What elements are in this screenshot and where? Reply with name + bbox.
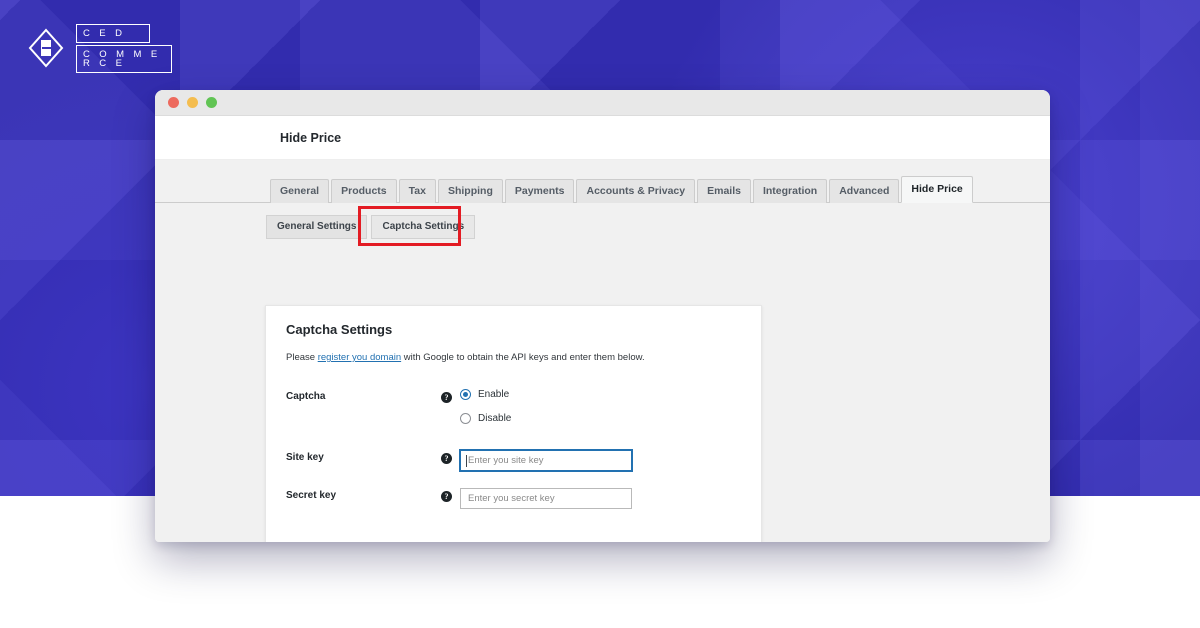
captcha-label: Captcha (286, 391, 326, 402)
minimize-window-button[interactable] (187, 97, 198, 108)
card-heading: Captcha Settings (286, 322, 393, 337)
tab-shipping[interactable]: Shipping (437, 179, 503, 203)
text-cursor (466, 455, 467, 467)
question-mark-icon[interactable]: ? (441, 392, 452, 403)
tab-advanced[interactable]: Advanced (829, 179, 900, 203)
tab-hide-price[interactable]: Hide Price (901, 176, 973, 203)
captcha-radio-enable[interactable]: Enable (460, 389, 511, 400)
captcha-disable-label: Disable (478, 413, 512, 424)
radio-indicator-disable[interactable] (460, 413, 471, 424)
captcha-radio-disable[interactable]: Disable (460, 413, 511, 424)
window-titlebar (155, 90, 1050, 116)
tab-integration[interactable]: Integration (752, 179, 828, 203)
question-mark-icon[interactable]: ? (441, 453, 452, 464)
secret-key-label: Secret key (286, 490, 337, 501)
radio-indicator-enable[interactable] (460, 389, 471, 400)
admin-page-header: Hide Price (155, 116, 1050, 160)
field-row-site-key: Site key ? Enter you site key (286, 450, 741, 471)
question-mark-icon[interactable]: ? (441, 491, 452, 502)
settings-subtab-bar: General Settings Captcha Settings (155, 206, 1050, 246)
brand-logo-line1: C E D (76, 24, 150, 43)
close-window-button[interactable] (168, 97, 179, 108)
tab-emails[interactable]: Emails (697, 179, 751, 203)
captcha-settings-card: Captcha Settings Please register you dom… (265, 305, 762, 542)
tab-products[interactable]: Products (331, 179, 397, 203)
field-row-secret-key: Secret key ? Enter you secret key (286, 488, 741, 509)
secret-key-input[interactable]: Enter you secret key (460, 488, 632, 509)
settings-tab-bar: General Products Tax Shipping Payments A… (155, 176, 1050, 203)
tab-payments[interactable]: Payments (504, 179, 575, 203)
ced-diamond-logo-icon (28, 28, 64, 68)
site-key-control: ? Enter you site key (441, 450, 741, 471)
register-domain-link[interactable]: register you domain (318, 352, 401, 363)
site-key-label: Site key (286, 452, 324, 463)
captcha-radio-group: Enable Disable (460, 389, 511, 424)
site-key-input[interactable]: Enter you site key (460, 450, 632, 471)
description-text-after: with Google to obtain the API keys and e… (401, 352, 645, 363)
screenshot-root: C E D C O M M E R C E Hide Price General… (0, 0, 1200, 628)
captcha-control: ? Enable Disable (441, 389, 741, 424)
secret-key-control: ? Enter you secret key (441, 488, 741, 509)
description-text-before: Please (286, 352, 318, 363)
subtab-captcha-settings[interactable]: Captcha Settings (371, 215, 476, 239)
brand-logo: C E D C O M M E R C E (28, 24, 172, 73)
page-title: Hide Price (280, 130, 342, 145)
captcha-enable-label: Enable (478, 389, 510, 400)
brand-logo-line2: C O M M E R C E (76, 44, 172, 73)
field-row-captcha: Captcha ? Enable Disable (286, 389, 741, 424)
admin-page-body: General Products Tax Shipping Payments A… (155, 160, 1050, 542)
maximize-window-button[interactable] (206, 97, 217, 108)
brand-logo-wordmark: C E D C O M M E R C E (76, 24, 172, 73)
tab-accounts-privacy[interactable]: Accounts & Privacy (576, 179, 696, 203)
tab-tax[interactable]: Tax (398, 179, 436, 203)
card-description: Please register you domain with Google t… (286, 351, 741, 365)
browser-window: Hide Price General Products Tax Shipping… (155, 90, 1050, 542)
tab-general[interactable]: General (270, 179, 330, 203)
subtab-general-settings[interactable]: General Settings (266, 215, 368, 239)
